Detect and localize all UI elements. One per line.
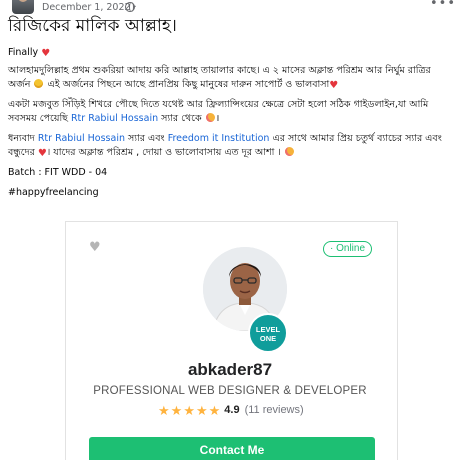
post-paragraph-4: ধন্যবাদ Rtr Rabiul Hossain স্যার এবং Fre…: [8, 133, 442, 159]
contact-me-button[interactable]: Contact Me: [89, 437, 375, 460]
review-count[interactable]: (11 reviews): [245, 404, 304, 416]
post-paragraph-2: আলহামদুলিল্লাহ প্রথম শুকরিয়া আদায় করি …: [8, 65, 431, 91]
author-avatar[interactable]: [12, 0, 34, 14]
post-paragraph-1: Finally ♥: [8, 47, 51, 59]
post-date[interactable]: December 1, 2022 ·: [42, 2, 137, 13]
heart-outline-icon[interactable]: ♥: [89, 241, 101, 254]
rating-value: 4.9: [224, 404, 240, 416]
heart-icon: ♥: [329, 80, 339, 91]
star-icon: ★: [183, 402, 195, 418]
star-icon: ★: [195, 402, 208, 418]
globe-icon: [125, 2, 135, 12]
heart-icon: ♥: [37, 148, 47, 159]
mention-freedom-it-institution[interactable]: Freedom it Institution: [168, 133, 270, 144]
post-body: Finally ♥ আলহামদুলিল্লাহ প্রথম শুকরিয়া …: [8, 46, 456, 206]
online-status-badge: · Online: [323, 241, 373, 257]
star-icon: ★: [208, 402, 221, 418]
heart-icon: ♥: [41, 48, 51, 59]
level-badge: LEVEL ONE: [248, 313, 288, 353]
mention-rabiul-hossain[interactable]: Rtr Rabiul Hossain: [38, 133, 125, 144]
hashtag[interactable]: #happyfreelancing: [8, 186, 456, 200]
mention-rabiul-hossain[interactable]: Rtr Rabiul Hossain: [71, 113, 158, 124]
post-paragraph-3: একটা মজবুত সিঁড়িই শিখরে পৌছে দিতে যথেষ্…: [8, 99, 429, 124]
post-title: রিজিকের মালিক আল্লাহ।: [8, 16, 177, 36]
star-icon: ★: [170, 402, 183, 418]
star-struck-face-icon: [34, 79, 44, 88]
post-paragraph-5: Batch : FIT WDD - 04: [8, 167, 108, 178]
more-options-icon[interactable]: •••: [430, 0, 456, 11]
smiling-face-with-hearts-icon: [205, 113, 215, 122]
rating-row: ★ ★ ★ ★ ★ 4.9 (11 reviews): [158, 402, 304, 418]
seller-username[interactable]: abkader87: [0, 360, 460, 380]
post-header: December 1, 2022 · •••: [0, 0, 460, 16]
smiling-face-with-hearts-icon: [284, 147, 294, 156]
seller-tagline: PROFESSIONAL WEB DESIGNER & DEVELOPER: [93, 385, 367, 397]
star-icon: ★: [158, 402, 170, 418]
